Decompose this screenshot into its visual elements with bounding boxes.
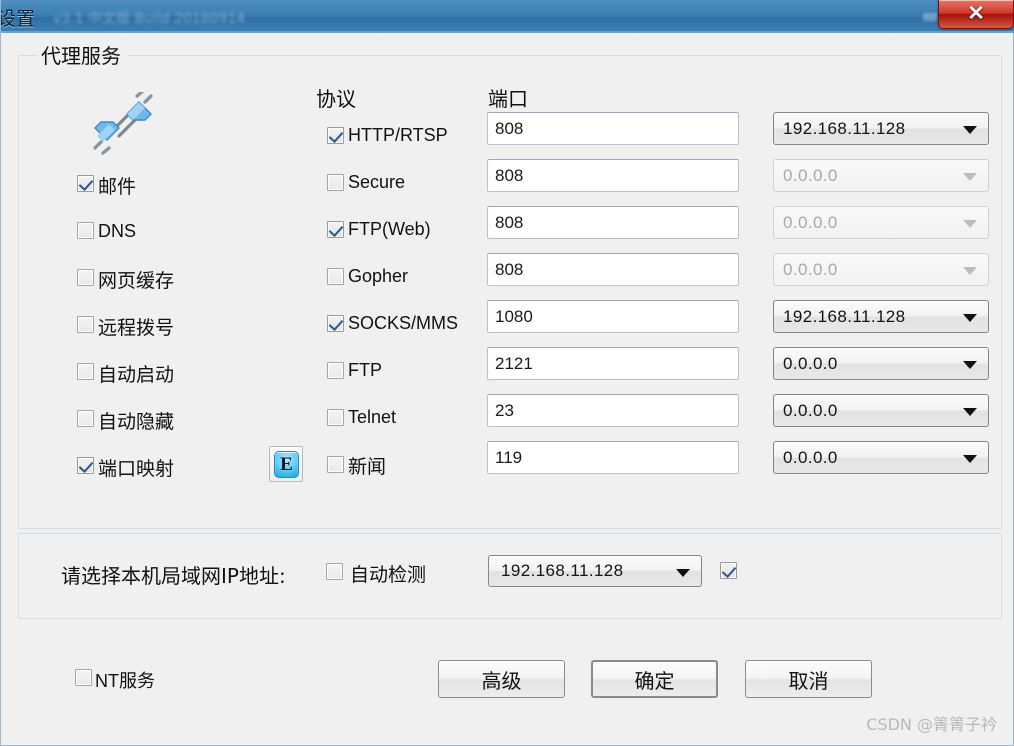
bind-ip-value: 0.0.0.0: [783, 213, 838, 232]
lan-ip-selected-value: 192.168.11.128: [501, 561, 624, 580]
protocol-label: Secure: [348, 172, 406, 192]
left-option-label: DNS: [98, 221, 137, 241]
protocol-checkbox[interactable]: [327, 127, 344, 144]
port-input[interactable]: [487, 112, 739, 145]
bind-ip-value: 0.0.0.0: [783, 354, 838, 373]
protocol-checkbox[interactable]: [327, 268, 344, 285]
protocol-label: SOCKS/MMS: [348, 313, 459, 333]
left-option-label: 网页缓存: [98, 270, 175, 292]
bind-ip-select: 0.0.0.0: [773, 253, 989, 286]
bind-ip-select: 0.0.0.0: [773, 206, 989, 239]
lan-ip-confirm-checkbox[interactable]: [720, 562, 737, 579]
chevron-down-icon: [963, 455, 977, 463]
chevron-down-icon: [963, 173, 977, 181]
port-input[interactable]: [487, 300, 739, 333]
bind-ip-value: 192.168.11.128: [783, 119, 906, 138]
chevron-down-icon: [963, 408, 977, 416]
port-input[interactable]: [487, 159, 739, 192]
proxy-service-group-title: 代理服务: [37, 40, 127, 69]
bind-ip-value: 0.0.0.0: [783, 401, 838, 420]
watermark: CSDN @箐箐子衿: [866, 715, 997, 734]
protocol-checkbox[interactable]: [327, 456, 344, 473]
port-input[interactable]: [487, 253, 739, 286]
left-option-checkbox[interactable]: [77, 457, 94, 474]
plug-connector-icon: [87, 89, 159, 156]
advanced-button[interactable]: 高级: [438, 660, 565, 698]
protocol-checkbox[interactable]: [327, 409, 344, 426]
bind-ip-value: 0.0.0.0: [783, 448, 838, 467]
left-option-label: 邮件: [98, 176, 137, 198]
title-bar: 设置 v3.1 中文版 Build 20180914 ✕: [1, 0, 1014, 33]
protocol-label: FTP(Web): [348, 219, 431, 239]
left-option-checkbox[interactable]: [77, 269, 94, 286]
protocol-column-header: 协议: [316, 87, 356, 111]
close-button[interactable]: ✕: [938, 0, 1014, 29]
bind-ip-value: 192.168.11.128: [783, 307, 906, 326]
close-icon: ✕: [967, 2, 985, 25]
chevron-down-icon: [963, 126, 977, 134]
left-option-checkbox[interactable]: [77, 175, 94, 192]
left-option-label: 端口映射: [98, 458, 175, 480]
left-option-checkbox[interactable]: [77, 222, 94, 239]
chevron-down-icon: [676, 569, 690, 577]
bind-ip-select[interactable]: 0.0.0.0: [773, 441, 989, 474]
cancel-button[interactable]: 取消: [745, 660, 872, 698]
bind-ip-select[interactable]: 192.168.11.128: [773, 112, 989, 145]
port-input[interactable]: [487, 206, 739, 239]
left-option-checkbox[interactable]: [77, 316, 94, 333]
left-option-label: 远程拨号: [98, 317, 175, 339]
left-option-checkbox[interactable]: [77, 363, 94, 380]
bind-ip-value: 0.0.0.0: [783, 260, 838, 279]
protocol-label: Gopher: [348, 266, 409, 286]
protocol-label: HTTP/RTSP: [348, 125, 448, 145]
bind-ip-value: 0.0.0.0: [783, 166, 838, 185]
nt-service-checkbox[interactable]: [75, 669, 92, 686]
chevron-down-icon: [963, 314, 977, 322]
window-title-version: v3.1 中文版 Build 20180914: [53, 11, 246, 27]
nt-service-label: NT服务: [95, 671, 155, 691]
auto-detect-checkbox[interactable]: [326, 563, 343, 580]
bind-ip-select: 0.0.0.0: [773, 159, 989, 192]
left-option-label: 自动启动: [98, 364, 175, 386]
window-title: 设置: [1, 8, 36, 30]
protocol-label: 新闻: [348, 456, 387, 478]
lan-ip-label: 请选择本机局域网IP地址:: [61, 564, 286, 588]
bind-ip-select[interactable]: 0.0.0.0: [773, 347, 989, 380]
chevron-down-icon: [963, 361, 977, 369]
ie-shortcut-button[interactable]: E: [269, 446, 303, 482]
ok-button[interactable]: 确定: [591, 660, 718, 698]
e-icon: E: [274, 451, 299, 478]
lan-ip-select[interactable]: 192.168.11.128: [488, 555, 702, 587]
protocol-label: Telnet: [348, 407, 397, 427]
port-input[interactable]: [487, 394, 739, 427]
port-input[interactable]: [487, 441, 739, 474]
chevron-down-icon: [963, 220, 977, 228]
protocol-checkbox[interactable]: [327, 315, 344, 332]
bind-ip-select[interactable]: 0.0.0.0: [773, 394, 989, 427]
port-input[interactable]: [487, 347, 739, 380]
chevron-down-icon: [963, 267, 977, 275]
protocol-checkbox[interactable]: [327, 221, 344, 238]
protocol-label: FTP: [348, 360, 382, 380]
protocol-checkbox[interactable]: [327, 362, 344, 379]
protocol-checkbox[interactable]: [327, 174, 344, 191]
port-column-header: 端口: [488, 87, 528, 111]
left-option-label: 自动隐藏: [98, 411, 175, 433]
bind-ip-select[interactable]: 192.168.11.128: [773, 300, 989, 333]
settings-window: 设置 v3.1 中文版 Build 20180914 ✕ 代理服务 邮件 DNS…: [0, 0, 1014, 746]
minimize-button[interactable]: [923, 13, 937, 21]
left-option-checkbox[interactable]: [77, 410, 94, 427]
auto-detect-label: 自动检测: [350, 564, 427, 586]
